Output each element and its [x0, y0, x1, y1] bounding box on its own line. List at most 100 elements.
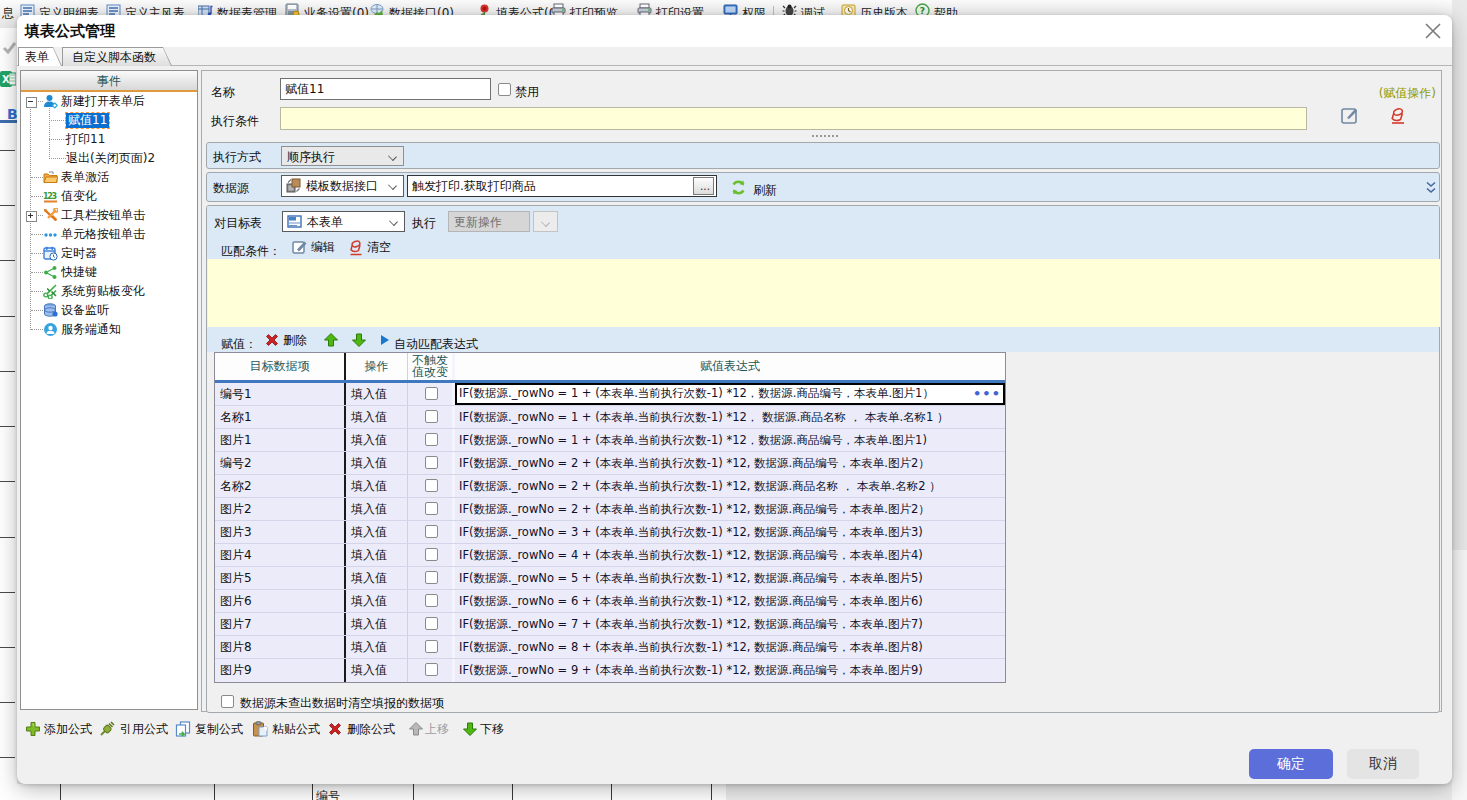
assignment-table-row[interactable]: 图片3 填入值 IF(数据源._rowNo = 3 + (本表单.当前执行次数-… [215, 521, 1005, 544]
svg-text:X: X [2, 74, 10, 85]
edit-match-button[interactable]: 编辑 [292, 239, 335, 255]
db-listen-icon [43, 303, 58, 318]
ok-button[interactable]: 确定 [1249, 749, 1333, 779]
tree-item[interactable]: 退出(关闭页面)2 [21, 149, 197, 168]
expression-cell[interactable]: IF(数据源._rowNo = 1 + (本表单.当前执行次数-1) *12，数… [455, 383, 1005, 405]
no-trigger-checkbox[interactable] [425, 548, 438, 561]
formula-toolbar-button[interactable]: 复制公式 [175, 721, 243, 738]
refresh-icon[interactable] [730, 179, 747, 196]
assignment-table-row[interactable]: 编号2 填入值 IF(数据源._rowNo = 2 + (本表单.当前执行次数-… [215, 452, 1005, 475]
tree-expand-toggle[interactable] [26, 211, 37, 222]
exec-mode-select[interactable]: 顺序执行 [281, 146, 404, 166]
expression-cell[interactable]: IF(数据源._rowNo = 3 + (本表单.当前执行次数-1) *12, … [455, 521, 1005, 543]
play-icon[interactable] [379, 334, 391, 346]
formula-toolbar-button[interactable]: 上移 [408, 721, 449, 738]
assignment-table-row[interactable]: 编号1 填入值 IF(数据源._rowNo = 1 + (本表单.当前执行次数-… [215, 383, 1005, 406]
tree-item[interactable]: 123 值变化 [21, 187, 197, 206]
formula-toolbar-button[interactable]: 下移 [462, 721, 504, 738]
expression-cell[interactable]: IF(数据源._rowNo = 8 + (本表单.当前执行次数-1) *12, … [455, 636, 1005, 658]
expression-cell[interactable]: IF(数据源._rowNo = 2 + (本表单.当前执行次数-1) *12, … [455, 452, 1005, 474]
formula-toolbar-button[interactable]: 引用公式 [99, 721, 168, 738]
tree-item[interactable]: 服务端通知 [21, 320, 197, 339]
formula-toolbar-button[interactable]: 粘贴公式 [252, 721, 320, 738]
datasource-type-select[interactable]: 模板数据接口 [281, 175, 404, 197]
browse-button[interactable]: ... [693, 177, 714, 195]
tree-item[interactable]: 工具栏按钮单击 [21, 206, 197, 225]
assignment-table-row[interactable]: 图片6 填入值 IF(数据源._rowNo = 6 + (本表单.当前执行次数-… [215, 590, 1005, 613]
tab-form[interactable]: 表单 [18, 47, 62, 66]
formula-toolbar-button[interactable]: 添加公式 [25, 721, 92, 738]
no-trigger-checkbox[interactable] [425, 617, 438, 630]
background-column-line [512, 784, 513, 800]
expression-cell[interactable]: IF(数据源._rowNo = 2 + (本表单.当前执行次数-1) *12, … [455, 498, 1005, 520]
tree-item-suffix: 2 [147, 151, 155, 165]
move-up-icon[interactable] [323, 332, 339, 348]
no-trigger-checkbox[interactable] [425, 456, 438, 469]
no-trigger-checkbox[interactable] [425, 479, 438, 492]
name-input[interactable] [280, 78, 491, 100]
condition-label: 执行条件 [211, 113, 259, 130]
edit-condition-icon[interactable] [1341, 106, 1360, 125]
cancel-button[interactable]: 取消 [1347, 749, 1419, 779]
tree-item[interactable]: 系统剪贴板变化 [21, 282, 197, 301]
assignment-table-row[interactable]: 图片5 填入值 IF(数据源._rowNo = 5 + (本表单.当前执行次数-… [215, 567, 1005, 590]
no-trigger-checkbox[interactable] [425, 640, 438, 653]
tree-item[interactable]: 表单激活 [21, 168, 197, 187]
tree-item[interactable]: 快捷键 [21, 263, 197, 282]
formula-toolbar-button[interactable]: 删除公式 [327, 721, 395, 738]
expression-cell[interactable]: IF(数据源._rowNo = 5 + (本表单.当前执行次数-1) *12, … [455, 567, 1005, 589]
assignment-table-row[interactable]: 图片9 填入值 IF(数据源._rowNo = 9 + (本表单.当前执行次数-… [215, 659, 1005, 682]
no-trigger-checkbox[interactable] [425, 571, 438, 584]
no-trigger-checkbox[interactable] [425, 525, 438, 538]
tree-item[interactable]: 打印11 [21, 130, 197, 149]
disable-checkbox[interactable] [498, 83, 511, 96]
expression-cell[interactable]: IF(数据源._rowNo = 2 + (本表单.当前执行次数-1) *12, … [455, 475, 1005, 497]
tree-item[interactable]: 新建打开表单后 [21, 92, 197, 111]
assignment-table-row[interactable]: 图片2 填入值 IF(数据源._rowNo = 2 + (本表单.当前执行次数-… [215, 498, 1005, 521]
move-down-icon[interactable] [351, 332, 367, 348]
expression-cell[interactable]: IF(数据源._rowNo = 4 + (本表单.当前执行次数-1) *12, … [455, 544, 1005, 566]
expression-cell[interactable]: IF(数据源._rowNo = 6 + (本表单.当前执行次数-1) *12, … [455, 590, 1005, 612]
condition-input[interactable] [280, 107, 1307, 130]
expression-ellipsis-button[interactable]: ••• [973, 383, 1001, 404]
tree-item[interactable]: 赋值11 [21, 111, 197, 130]
scissors-icon [43, 284, 58, 299]
refresh-label[interactable]: 刷新 [753, 182, 777, 199]
datasource-input[interactable] [407, 175, 717, 197]
match-condition-area[interactable] [208, 259, 1440, 327]
assignment-table-row[interactable]: 图片4 填入值 IF(数据源._rowNo = 4 + (本表单.当前执行次数-… [215, 544, 1005, 567]
erase-condition-icon[interactable] [1388, 106, 1408, 126]
expression-cell[interactable]: IF(数据源._rowNo = 1 + (本表单.当前执行次数-1) *12， … [455, 406, 1005, 428]
expression-cell[interactable]: IF(数据源._rowNo = 7 + (本表单.当前执行次数-1) *12, … [455, 613, 1005, 635]
no-trigger-checkbox[interactable] [425, 502, 438, 515]
svg-text:123: 123 [43, 192, 57, 201]
event-tree-header: 事件 [21, 71, 197, 92]
chevron-double-down-icon[interactable] [1423, 180, 1439, 196]
tree-item[interactable]: 设备监听 [21, 301, 197, 320]
expression-cell[interactable]: IF(数据源._rowNo = 9 + (本表单.当前执行次数-1) *12, … [455, 659, 1005, 682]
no-trigger-checkbox[interactable] [425, 594, 438, 607]
no-trigger-checkbox[interactable] [425, 433, 438, 446]
clear-when-empty-checkbox[interactable] [221, 695, 234, 708]
assignment-table-row[interactable]: 名称2 填入值 IF(数据源._rowNo = 2 + (本表单.当前执行次数-… [215, 475, 1005, 498]
assignment-table-row[interactable]: 名称1 填入值 IF(数据源._rowNo = 1 + (本表单.当前执行次数-… [215, 406, 1005, 429]
expression-cell[interactable]: IF(数据源._rowNo = 1 + (本表单.当前执行次数-1) *12，数… [455, 429, 1005, 451]
assignment-table-row[interactable]: 图片1 填入值 IF(数据源._rowNo = 1 + (本表单.当前执行次数-… [215, 429, 1005, 452]
background-row-line [0, 426, 15, 427]
clear-match-button[interactable]: 清空 [348, 239, 391, 255]
no-trigger-checkbox[interactable] [425, 663, 438, 676]
x-red-icon [264, 332, 280, 348]
tab-custom-script-functions[interactable]: 自定义脚本函数 [62, 47, 172, 66]
target-select[interactable]: 本表单 [282, 211, 405, 232]
no-trigger-checkbox[interactable] [425, 387, 438, 400]
delete-assign-button[interactable]: 删除 [264, 332, 307, 348]
splitter-handle[interactable] [812, 135, 838, 140]
auto-match-label[interactable]: 自动匹配表达式 [394, 336, 478, 353]
assignment-table-row[interactable]: 图片7 填入值 IF(数据源._rowNo = 7 + (本表单.当前执行次数-… [215, 613, 1005, 636]
assignment-table-row[interactable]: 图片8 填入值 IF(数据源._rowNo = 8 + (本表单.当前执行次数-… [215, 636, 1005, 659]
tree-item[interactable]: 定时器 [21, 244, 197, 263]
tree-expand-toggle[interactable] [26, 97, 37, 108]
no-trigger-checkbox[interactable] [425, 410, 438, 423]
close-icon[interactable] [1422, 20, 1444, 42]
tree-item[interactable]: 单元格按钮单击 [21, 225, 197, 244]
